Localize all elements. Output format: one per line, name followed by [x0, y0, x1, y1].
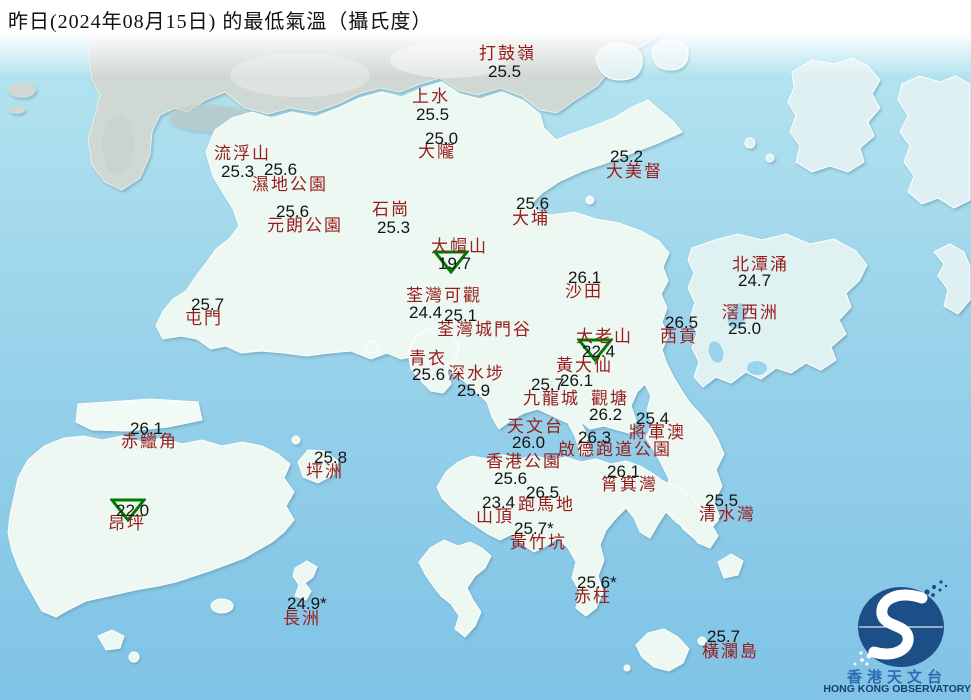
station-value: 26.5: [526, 483, 560, 502]
station-value: 25.5: [488, 62, 522, 81]
station-value: 26.3: [578, 428, 612, 447]
station-value: 22.0: [116, 501, 150, 520]
station-value: 25.5: [416, 105, 450, 124]
station-value: 19.7: [438, 254, 472, 273]
station-label: 深水埗: [448, 364, 505, 383]
station-value: 25.6: [494, 469, 528, 488]
station-label: 荃灣可觀: [406, 286, 482, 305]
station-value: 25.3: [221, 162, 255, 181]
station-value: 25.7: [191, 295, 225, 314]
station-value: 25.6: [264, 160, 298, 179]
station-value: 25.7: [531, 375, 565, 394]
station-label: 流浮山: [214, 144, 271, 163]
map-title: 昨日(2024年08月15日) 的最低氣溫（攝氏度）: [8, 11, 433, 33]
station-value: 25.7: [707, 627, 741, 646]
station-value: 25.1: [444, 306, 478, 325]
station-value: 25.6: [276, 202, 310, 221]
station-label: 香港公園: [486, 452, 562, 471]
station-value: 25.3: [377, 218, 411, 237]
station-label: 打鼓嶺: [479, 44, 536, 63]
station-value: 25.6*: [577, 573, 617, 592]
station-label: 上水: [412, 87, 450, 106]
station-label: 啟德跑道公園: [558, 440, 672, 459]
station-value: 25.4: [636, 409, 670, 428]
station-value: 25.7*: [514, 519, 554, 538]
hko-logo: 香港天文台 HONG KONG OBSERVATORY: [821, 578, 971, 700]
station-value: 25.0: [728, 319, 762, 338]
station-label: 大帽山: [431, 237, 488, 256]
station-label: 石崗: [372, 200, 410, 219]
station-value: 25.6: [516, 194, 550, 213]
station-value: 24.9*: [287, 594, 327, 613]
hko-logo-name-en: HONG KONG OBSERVATORY: [823, 683, 971, 695]
station-value: 26.1: [130, 419, 164, 438]
station-value: 26.1: [560, 371, 594, 390]
station-value: 26.1: [607, 462, 641, 481]
station-value: 26.0: [512, 433, 546, 452]
station-value: 23.4: [482, 493, 516, 512]
station-value: 25.8: [314, 448, 348, 467]
station-value: 25.6: [412, 365, 446, 384]
station-value: 24.7: [738, 271, 772, 290]
station-value: 26.1: [568, 268, 602, 287]
station-value: 26.5: [665, 313, 699, 332]
station-value: 25.5: [705, 491, 739, 510]
station-value: 25.9: [457, 381, 491, 400]
station-value: 25.0: [425, 129, 459, 148]
station-value: 22.4: [582, 342, 616, 361]
station-value: 24.4: [409, 303, 443, 322]
station-value: 26.2: [589, 405, 623, 424]
station-value: 25.2: [610, 147, 644, 166]
hko-min-temp-map-page: 昨日(2024年08月15日) 的最低氣溫（攝氏度） 25.5 打鼓嶺 25.5 上水…: [0, 0, 971, 700]
